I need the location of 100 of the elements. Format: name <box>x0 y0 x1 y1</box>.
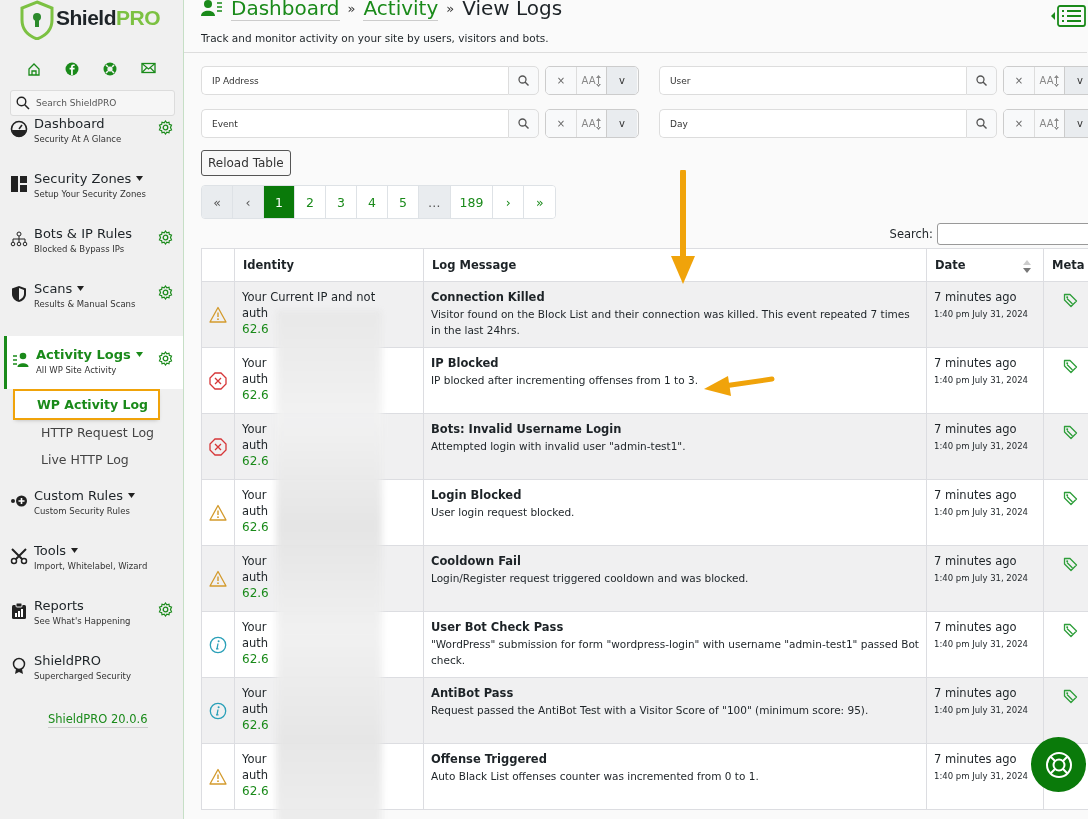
search-field[interactable] <box>937 223 1088 245</box>
filter-field[interactable]: User <box>659 66 966 95</box>
nav-item[interactable]: Scans Results & Manual Scans <box>0 281 183 336</box>
shield-icon <box>10 285 28 303</box>
relative-time: 7 minutes ago <box>934 355 1018 372</box>
page-button[interactable]: 189 <box>450 186 494 218</box>
tag-icon[interactable] <box>1063 689 1078 704</box>
log-title: Login Blocked <box>431 487 523 504</box>
timestamp: 1:40 pm July 31, 2024 <box>934 638 1029 651</box>
timestamp: 1:40 pm July 31, 2024 <box>934 506 1029 519</box>
tag-icon[interactable] <box>1063 623 1078 638</box>
page-button[interactable]: › <box>493 186 525 218</box>
resize-arrows-icon <box>1054 117 1060 130</box>
log-message: User login request blocked. <box>431 505 575 520</box>
relative-time: 7 minutes ago <box>934 421 1018 438</box>
dropdown-button[interactable]: v <box>1064 110 1088 137</box>
search-button[interactable] <box>966 109 997 138</box>
nav-item[interactable]: Security Zones Setup Your Security Zones <box>0 171 183 226</box>
nav-subtitle: Custom Security Rules <box>34 506 131 516</box>
dropdown-button[interactable]: v <box>1064 67 1088 94</box>
ip-address-link[interactable]: 62.6 <box>242 783 269 799</box>
relative-time: 7 minutes ago <box>934 685 1018 702</box>
timestamp: 1:40 pm July 31, 2024 <box>934 572 1029 585</box>
tag-icon[interactable] <box>1063 293 1078 308</box>
search-icon <box>518 75 529 86</box>
identity-text: auth <box>242 437 269 453</box>
list-toggle-icon[interactable] <box>1051 4 1087 28</box>
nav-item[interactable]: Reports See What's Happening <box>0 598 183 653</box>
log-message: Attempted login with invalid user "admin-test1". <box>431 439 686 454</box>
ip-address-link[interactable]: 62.6 <box>242 321 269 337</box>
log-message: Login/Register request triggered cooldown and was blocked. <box>431 571 749 586</box>
settings-icon[interactable] <box>158 120 173 135</box>
search-label: Search: <box>889 227 933 241</box>
ip-address-link[interactable]: 62.6 <box>242 387 269 403</box>
page-button[interactable]: 3 <box>326 186 357 218</box>
submenu-item[interactable]: Live HTTP Log <box>0 447 129 474</box>
clipboard-chart-icon <box>10 602 28 620</box>
reload-button[interactable]: Reload Table <box>201 150 291 176</box>
column-header[interactable]: Identity <box>243 258 294 272</box>
nav-title: Activity Logs <box>36 347 131 363</box>
award-icon <box>10 657 28 675</box>
breadcrumb-link[interactable]: Activity <box>363 0 439 21</box>
tag-icon[interactable] <box>1063 491 1078 506</box>
page-button[interactable]: 1 <box>264 186 295 218</box>
nav-item[interactable]: Bots & IP Rules Blocked & Bypass IPs <box>0 226 183 281</box>
ip-address-link[interactable]: 62.6 <box>242 519 269 535</box>
nav-title: Custom Rules <box>34 488 123 504</box>
filter-field[interactable]: Day <box>659 109 966 138</box>
nav-title: Dashboard <box>34 116 105 132</box>
submenu-item[interactable]: WP Activity Log <box>15 391 159 418</box>
submenu-item[interactable]: HTTP Request Log <box>0 420 155 447</box>
nav-title: Scans <box>34 281 73 297</box>
filter-field[interactable]: Event <box>201 109 508 138</box>
page-title: View Logs <box>462 0 563 20</box>
settings-icon[interactable] <box>158 285 173 300</box>
search-button[interactable] <box>508 66 539 95</box>
mail-icon[interactable] <box>141 62 156 74</box>
search-icon <box>976 75 987 86</box>
identity-text: Your Current IP and not <box>242 289 376 305</box>
page-button[interactable]: 2 <box>295 186 326 218</box>
settings-icon[interactable] <box>158 602 173 617</box>
column-header[interactable]: Log Message <box>432 258 517 272</box>
ip-address-link[interactable]: 62.6 <box>242 717 269 733</box>
identity-text: Your <box>242 355 267 371</box>
nav-item[interactable]: ShieldPRO Supercharged Security <box>0 653 183 708</box>
nav-item[interactable]: Activity Logs All WP Site Activity <box>4 336 183 389</box>
breadcrumb-separator: » <box>446 0 455 16</box>
tag-icon[interactable] <box>1063 557 1078 572</box>
tag-icon[interactable] <box>1063 425 1078 440</box>
lifebuoy-icon[interactable] <box>103 62 117 76</box>
gauge-icon <box>10 120 28 138</box>
ip-address-link[interactable]: 62.6 <box>242 585 269 601</box>
identity-text: auth <box>242 635 269 651</box>
settings-icon[interactable] <box>158 351 173 366</box>
user-list-icon <box>201 0 223 17</box>
settings-icon[interactable] <box>158 230 173 245</box>
facebook-icon[interactable] <box>65 62 79 76</box>
nav-item[interactable]: Dashboard Security At A Glance <box>0 116 183 171</box>
tag-icon[interactable] <box>1063 359 1078 374</box>
search-button[interactable] <box>966 66 997 95</box>
dropdown-button[interactable]: v <box>606 67 637 94</box>
timestamp: 1:40 pm July 31, 2024 <box>934 770 1029 783</box>
dropdown-button[interactable]: v <box>606 110 637 137</box>
ip-address-link[interactable]: 62.6 <box>242 453 269 469</box>
version-label: ShieldPRO 20.0.6 <box>48 712 148 728</box>
home-icon[interactable] <box>27 62 41 76</box>
page-button[interactable]: » <box>524 186 556 218</box>
identity-text: Your <box>242 487 267 503</box>
page-button[interactable]: 5 <box>388 186 419 218</box>
search-icon <box>16 96 30 110</box>
log-message: Request passed the AntiBot Test with a Visitor Score of "100" (minimum score: 95). <box>431 703 869 718</box>
page-button[interactable]: 4 <box>357 186 388 218</box>
log-message: IP blocked after incrementing offenses from 1 to 3. <box>431 373 699 388</box>
nav-item[interactable]: Tools Import, Whitelabel, Wizard <box>0 543 183 598</box>
column-header[interactable]: Date <box>935 258 966 272</box>
filter-field[interactable]: IP Address <box>201 66 508 95</box>
search-button[interactable] <box>508 109 539 138</box>
breadcrumb-link[interactable]: Dashboard <box>231 0 340 21</box>
ip-address-link[interactable]: 62.6 <box>242 651 269 667</box>
nav-item[interactable]: Custom Rules Custom Security Rules <box>0 488 183 543</box>
